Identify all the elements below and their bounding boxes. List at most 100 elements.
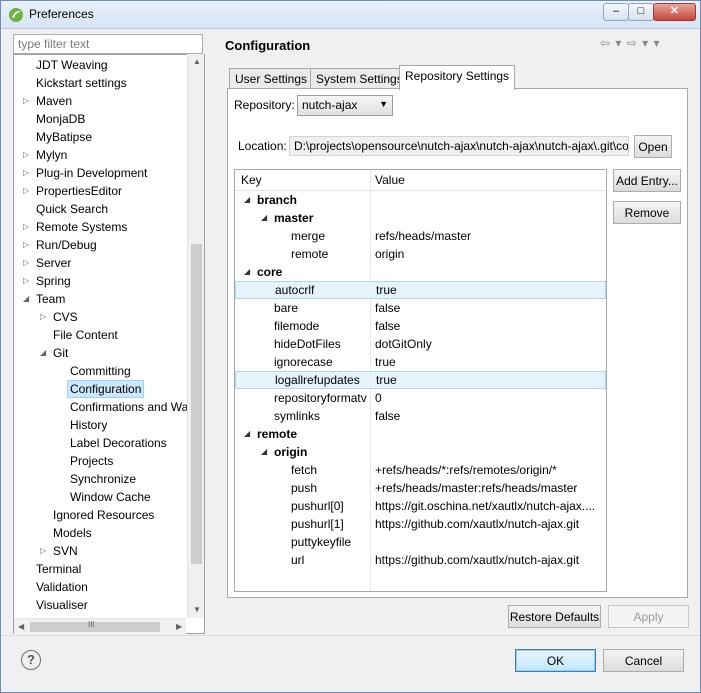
expand-arrow-icon[interactable]: ▷ [23, 164, 33, 182]
tree-item[interactable]: JDT Weaving [36, 56, 108, 74]
expand-arrow-icon[interactable]: ▷ [23, 218, 33, 236]
minimize-button[interactable]: – [603, 3, 629, 21]
expand-arrow-icon[interactable]: ▷ [23, 236, 33, 254]
tree-item[interactable]: Maven [36, 92, 72, 110]
help-icon[interactable]: ? [21, 650, 41, 670]
tree-item[interactable]: Mylyn [36, 146, 67, 164]
filter-input[interactable] [13, 34, 203, 54]
collapse-arrow-icon[interactable]: ◢ [244, 191, 250, 209]
table-row[interactable]: push +refs/heads/master:refs/heads/master [235, 479, 606, 497]
table-row[interactable]: url https://github.com/xautlx/nutch-ajax.… [235, 551, 606, 569]
location-field[interactable]: D:\projects\opensource\nutch-ajax\nutch-… [289, 136, 629, 156]
close-button[interactable]: ✕ [653, 3, 696, 21]
tree-item[interactable]: History [70, 416, 107, 434]
tree-item[interactable]: Label Decorations [70, 434, 167, 452]
tree-item[interactable]: SVN [53, 542, 78, 560]
expand-arrow-icon[interactable]: ▷ [23, 92, 33, 110]
tree-vertical-scrollbar[interactable]: ▲ ▼ [187, 54, 204, 618]
tree-item[interactable]: CVS [53, 308, 78, 326]
column-header-key[interactable]: Key [241, 173, 262, 187]
table-row[interactable]: remote origin [235, 245, 606, 263]
table-row[interactable]: puttykeyfile [235, 533, 606, 551]
tree-item[interactable]: Terminal [36, 560, 81, 578]
table-row[interactable]: ◢ branch [235, 191, 606, 209]
tree-item[interactable]: File Content [53, 326, 118, 344]
tree-item[interactable]: Kickstart settings [36, 74, 127, 92]
tree-item[interactable]: Ignored Resources [53, 506, 154, 524]
restore-defaults-button[interactable]: Restore Defaults [508, 605, 601, 628]
table-row[interactable]: ◢ origin [235, 443, 606, 461]
open-button[interactable]: Open [634, 135, 672, 158]
tree-item[interactable]: Git [53, 344, 68, 362]
tree-item[interactable]: Projects [70, 452, 113, 470]
tree-item[interactable]: Validation [36, 578, 88, 596]
tab-user-settings[interactable]: User Settings [229, 68, 314, 89]
tree-item[interactable]: Configuration [67, 380, 145, 398]
tree-item[interactable]: Window Cache [70, 488, 151, 506]
table-row[interactable]: pushurl[0] https://git.oschina.net/xautlx… [235, 497, 606, 515]
collapse-arrow-icon[interactable]: ◢ [261, 443, 267, 461]
table-row[interactable]: symlinks false [235, 407, 606, 425]
expand-arrow-icon[interactable]: ▷ [23, 146, 33, 164]
tree-item[interactable]: Run/Debug [36, 236, 97, 254]
table-row[interactable]: repositoryformatv 0 [235, 389, 606, 407]
table-row[interactable]: ◢ remote [235, 425, 606, 443]
table-row[interactable]: filemode false [235, 317, 606, 335]
tree-item[interactable]: PropertiesEditor [36, 182, 122, 200]
scroll-down-icon[interactable]: ▼ [193, 605, 201, 614]
nav-arrows[interactable]: ⇦ ▾ ⇨ ▾ ▾ [600, 36, 661, 50]
tree-item[interactable]: Remote Systems [36, 218, 127, 236]
expand-arrow-icon[interactable]: ▷ [23, 182, 33, 200]
tree-item[interactable]: Visualiser [36, 596, 88, 614]
tab-system-settings[interactable]: System Settings [310, 68, 409, 89]
tree-item[interactable]: Models [53, 524, 92, 542]
scroll-right-icon[interactable]: ▶ [176, 622, 182, 631]
tree-item[interactable]: MonjaDB [36, 110, 85, 128]
repository-select[interactable]: nutch-ajax ▼ [297, 95, 393, 116]
table-row[interactable]: autocrlf true [235, 281, 606, 299]
add-entry-button[interactable]: Add Entry... [613, 169, 681, 192]
expand-arrow-icon[interactable]: ▷ [23, 272, 33, 290]
tree-item[interactable]: Team [36, 290, 65, 308]
expand-arrow-icon[interactable]: ▷ [23, 254, 33, 272]
apply-button[interactable]: Apply [608, 605, 689, 628]
table-row[interactable]: bare false [235, 299, 606, 317]
tab-repository-settings[interactable]: Repository Settings [399, 65, 516, 90]
scroll-thumb[interactable] [191, 244, 202, 564]
table-row[interactable]: ◢ core [235, 263, 606, 281]
table-row[interactable]: ◢ master [235, 209, 606, 227]
row-value: refs/heads/master [375, 229, 472, 243]
table-row[interactable]: ignorecase true [235, 353, 606, 371]
hscroll-thumb[interactable]: III [30, 620, 160, 632]
tree-item[interactable]: Committing [70, 362, 131, 380]
collapse-arrow-icon[interactable]: ◢ [244, 425, 250, 443]
row-key: pushurl[1] [291, 517, 344, 531]
table-row[interactable]: hideDotFiles dotGitOnly [235, 335, 606, 353]
expand-arrow-icon[interactable]: ▷ [40, 308, 50, 326]
tree-item[interactable]: Plug-in Development [36, 164, 147, 182]
table-row[interactable]: merge refs/heads/master [235, 227, 606, 245]
remove-button[interactable]: Remove [613, 201, 681, 224]
scroll-up-icon[interactable]: ▲ [193, 57, 201, 66]
tree-item[interactable]: Synchronize [70, 470, 136, 488]
tree-item[interactable]: Spring [36, 272, 71, 290]
table-row[interactable]: pushurl[1] https://github.com/xautlx/nutc… [235, 515, 606, 533]
collapse-arrow-icon[interactable]: ◢ [261, 209, 267, 227]
window-title: Preferences [29, 7, 94, 21]
table-row[interactable]: fetch +refs/heads/*:refs/remotes/origin/* [235, 461, 606, 479]
ok-button[interactable]: OK [515, 649, 596, 672]
table-row[interactable]: logallrefupdates true [235, 371, 606, 389]
collapse-arrow-icon[interactable]: ◢ [244, 263, 250, 281]
tree-item[interactable]: Quick Search [36, 200, 108, 218]
collapse-arrow-icon[interactable]: ◢ [40, 344, 50, 362]
maximize-button[interactable]: □ [628, 3, 654, 21]
column-header-value[interactable]: Value [375, 173, 405, 187]
expand-arrow-icon[interactable]: ▷ [40, 542, 50, 560]
tree-horizontal-scrollbar[interactable]: ◀ III ▶ [14, 618, 186, 634]
scroll-left-icon[interactable]: ◀ [18, 622, 24, 631]
tree-item[interactable]: MyBatipse [36, 128, 92, 146]
collapse-arrow-icon[interactable]: ◢ [23, 290, 33, 308]
tree-item[interactable]: Confirmations and Wa [70, 398, 188, 416]
cancel-button[interactable]: Cancel [603, 649, 684, 672]
tree-item[interactable]: Server [36, 254, 71, 272]
